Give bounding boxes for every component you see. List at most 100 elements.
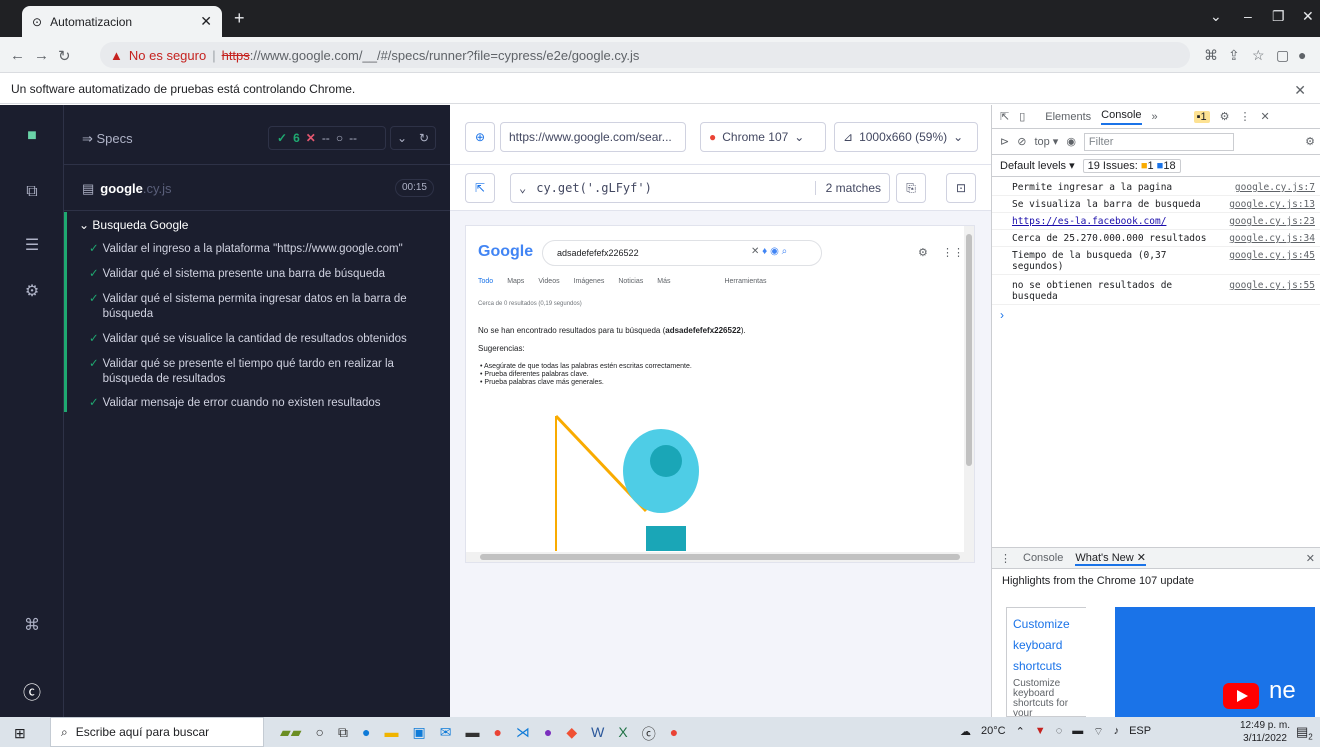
tab-imagenes[interactable]: Imágenes — [574, 278, 605, 285]
taskbar-search[interactable]: ⌕ Escribe aquí para buscar — [50, 717, 264, 747]
issues-badge[interactable]: ▪1 — [1193, 110, 1210, 123]
device-toolbar-icon[interactable]: ▯ — [1019, 110, 1025, 123]
github-icon[interactable]: ● — [544, 724, 552, 744]
chrome-active-icon[interactable]: ● — [670, 724, 678, 744]
cortana-icon[interactable]: ○ — [316, 724, 324, 744]
horizontal-scrollbar[interactable] — [466, 552, 974, 562]
back-icon[interactable]: ← — [10, 47, 25, 64]
issues-button[interactable]: 19 Issues: ■1 ■18 — [1082, 158, 1181, 173]
gear-icon[interactable]: ⚙ — [1305, 135, 1315, 148]
tab-todo[interactable]: Todo — [478, 278, 493, 285]
cypress-app-icon[interactable]: ⓒ — [642, 724, 656, 744]
temperature[interactable]: 20°C — [981, 725, 1006, 739]
word-icon[interactable]: W — [591, 724, 604, 744]
excel-icon[interactable]: X — [618, 724, 627, 744]
forward-icon[interactable]: → — [34, 47, 49, 64]
share-icon[interactable]: ⇪ — [1228, 47, 1240, 64]
wifi-icon[interactable]: ⌔ — [1093, 725, 1103, 739]
close-drawer-icon[interactable]: ✕ — [1306, 552, 1315, 565]
aut-url[interactable]: https://www.google.com/sear... — [500, 122, 686, 152]
close-infobar-icon[interactable]: ✕ — [1294, 82, 1306, 99]
pointer-icon[interactable]: ⇱ — [465, 173, 495, 203]
sidebar-toggle-icon[interactable]: ⊳ — [1000, 135, 1009, 148]
cypress-project-icon[interactable]: ■ — [22, 127, 42, 147]
vscode-icon[interactable]: ⋊ — [516, 724, 530, 744]
gear-icon[interactable]: ⚙ — [918, 246, 928, 259]
chevron-up-icon[interactable]: ⌃ — [1016, 725, 1025, 739]
log-source-link[interactable]: google.cy.js:45 — [1229, 250, 1315, 261]
rerun-icon[interactable]: ↻ — [419, 131, 429, 145]
clear-console-icon[interactable]: ⊘ — [1017, 135, 1026, 148]
chrome-icon[interactable]: ● — [493, 724, 501, 744]
search-icon[interactable]: ⌕ — [782, 246, 788, 257]
cypress-logo-icon[interactable]: ⓒ — [22, 679, 42, 703]
mic-icon[interactable]: ♦ — [762, 246, 767, 257]
antivirus-icon[interactable]: ▼ — [1035, 725, 1046, 739]
restore-icon[interactable]: ❐ — [1272, 8, 1285, 25]
translate-icon[interactable]: ⌘ — [1204, 47, 1218, 64]
test-item[interactable]: ✓ Validar mensaje de error cuando no exis… — [89, 396, 439, 411]
keyboard-shortcuts-icon[interactable]: ⌘ — [22, 615, 42, 635]
log-source-link[interactable]: google.cy.js:23 — [1229, 216, 1315, 227]
specs-toggle[interactable]: ⇒ Specs — [82, 131, 133, 147]
whats-new-card[interactable]: Customize keyboard shortcuts Customize k… — [1006, 607, 1086, 717]
browser-tab[interactable]: ⊙ Automatizacion ✕ — [22, 6, 222, 37]
specs-nav-icon[interactable]: ⧉ — [22, 183, 42, 203]
test-item[interactable]: ✓ Validar qué el sistema permita ingresar… — [89, 292, 439, 322]
log-message-link[interactable]: https://es-la.facebook.com/ — [1012, 216, 1208, 227]
drawer-tab-whats-new[interactable]: What's New ✕ — [1075, 551, 1146, 566]
tray-app-icon[interactable]: ◌ — [1056, 725, 1063, 739]
tab-maps[interactable]: Maps — [507, 278, 524, 285]
log-source-link[interactable]: google.cy.js:13 — [1229, 199, 1315, 210]
taskbar-clock[interactable]: 12:49 p. m. 3/11/2022 — [1240, 719, 1290, 745]
clear-icon[interactable]: ✕ — [751, 246, 759, 257]
side-panel-icon[interactable]: ▢ — [1276, 47, 1289, 64]
tab-search-icon[interactable]: ⌄ — [1210, 8, 1222, 25]
levels-selector[interactable]: Default levels ▾ — [1000, 159, 1075, 172]
git-icon[interactable]: ◆ — [566, 724, 577, 744]
selector-playground-icon[interactable]: ⊕ — [465, 122, 495, 152]
notification-icon[interactable]: ▤2 — [1296, 724, 1313, 742]
log-source-link[interactable]: google.cy.js:7 — [1235, 182, 1315, 193]
viewport-info[interactable]: ⊿ 1000x660 (59%) ⌄ — [834, 122, 978, 152]
browser-selector[interactable]: ● Chrome 107 ⌄ — [700, 122, 826, 152]
language-indicator[interactable]: ESP — [1129, 725, 1151, 739]
windows-start-icon[interactable]: ⊞ — [14, 725, 26, 742]
minimize-icon[interactable]: – — [1244, 8, 1252, 24]
tab-console[interactable]: Console — [1101, 109, 1142, 125]
play-icon[interactable] — [1223, 683, 1259, 709]
lens-icon[interactable]: ◉ — [770, 246, 779, 257]
store-icon[interactable]: ▣ — [412, 724, 425, 744]
eye-icon[interactable]: ◉ — [1066, 135, 1076, 148]
reload-icon[interactable]: ↻ — [58, 47, 71, 65]
console-filter-input[interactable]: Filter — [1083, 132, 1234, 151]
battery-icon[interactable]: ▬ — [1072, 725, 1083, 739]
test-item[interactable]: ✓ Validar el ingreso a la plataforma "htt… — [89, 242, 439, 257]
inspect-icon[interactable]: ⇱ — [1000, 110, 1009, 123]
profile-icon[interactable]: ● — [1298, 47, 1306, 63]
news-widget-icon[interactable]: ▰▰ — [280, 724, 302, 744]
context-selector[interactable]: top ▾ — [1034, 135, 1058, 148]
new-tab-icon[interactable]: + — [234, 8, 245, 29]
vertical-scrollbar[interactable] — [964, 226, 974, 562]
bookmark-star-icon[interactable]: ☆ — [1252, 47, 1265, 64]
more-tabs-icon[interactable]: » — [1152, 111, 1158, 123]
gear-icon[interactable]: ⚙ — [1220, 110, 1230, 123]
chevron-down-icon[interactable]: ⌄ — [397, 131, 407, 145]
tab-herramientas[interactable]: Herramientas — [724, 278, 766, 285]
copy-icon[interactable]: ⎘ — [896, 173, 926, 203]
task-view-icon[interactable]: ⧉ — [338, 724, 348, 744]
terminal-icon[interactable]: ▬ — [465, 724, 479, 744]
test-item[interactable]: ✓ Validar qué se presente el tiempo qué t… — [89, 357, 439, 387]
mail-icon[interactable]: ✉ — [440, 724, 452, 744]
tab-noticias[interactable]: Noticias — [618, 278, 643, 285]
test-item[interactable]: ✓ Validar qué se visualice la cantidad de… — [89, 332, 439, 347]
weather-icon[interactable]: ☁ — [960, 725, 971, 739]
scrollbar-thumb[interactable] — [966, 234, 972, 466]
whats-new-video[interactable]: ne — [1115, 607, 1315, 717]
selector-input[interactable]: ⌄ cy.get('.gLFyf') 2 matches — [510, 173, 890, 203]
edge-icon[interactable]: ● — [362, 724, 370, 744]
print-icon[interactable]: ⊡ — [946, 173, 976, 203]
tab-videos[interactable]: Videos — [538, 278, 559, 285]
kebab-menu-icon[interactable]: ⋮ — [1240, 110, 1251, 123]
